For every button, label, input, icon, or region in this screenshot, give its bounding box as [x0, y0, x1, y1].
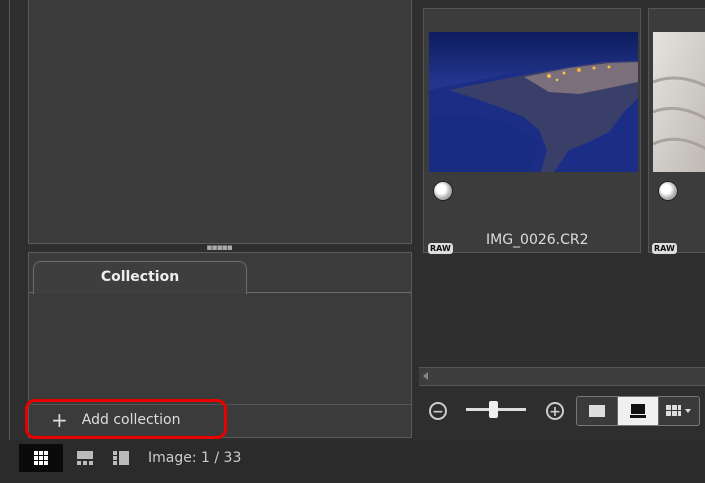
- view-mode-group: [576, 396, 700, 426]
- horizontal-scrollbar[interactable]: [419, 367, 705, 385]
- panel-splitter-handle[interactable]: ▪▪▪▪▪: [203, 244, 235, 253]
- tab-collection[interactable]: Collection: [33, 261, 247, 294]
- layout-compare-button[interactable]: [104, 444, 138, 472]
- grid-dropdown-icon: [666, 405, 691, 416]
- highlight-annotation: [25, 399, 227, 439]
- thumbnail-image[interactable]: [653, 32, 705, 172]
- filmstrip-icon: [630, 404, 646, 418]
- view-filmstrip-button[interactable]: [618, 397, 659, 425]
- thumbnail-image[interactable]: [429, 32, 638, 172]
- preview-layout-icon: [77, 451, 93, 465]
- raw-badge: RAW: [652, 236, 677, 255]
- layout-grid-button[interactable]: [19, 444, 63, 472]
- raw-badge-label: RAW: [428, 243, 453, 254]
- zoom-out-icon[interactable]: −: [429, 402, 447, 420]
- zoom-slider-thumb[interactable]: [489, 401, 498, 418]
- rating-circle-icon[interactable]: [658, 181, 678, 201]
- raw-badge: RAW: [428, 236, 453, 255]
- window-edge: [0, 0, 10, 440]
- image-count: Image: 1 / 33: [148, 450, 242, 466]
- raw-badge-label: RAW: [652, 243, 677, 254]
- tab-divider: [247, 292, 412, 293]
- view-single-button[interactable]: [577, 397, 618, 425]
- zoom-in-icon[interactable]: +: [546, 402, 564, 420]
- scroll-left-arrow-icon[interactable]: [423, 372, 428, 380]
- compare-layout-icon: [113, 451, 129, 465]
- thumbnail-filename: IMG_0026.CR2: [486, 232, 589, 248]
- view-grid-dropdown-button[interactable]: [659, 397, 699, 425]
- single-image-icon: [589, 405, 605, 417]
- rating-circle-icon[interactable]: [433, 181, 453, 201]
- folder-panel: [28, 0, 412, 244]
- grid-layout-icon: [34, 451, 48, 465]
- layout-preview-button[interactable]: [70, 444, 100, 472]
